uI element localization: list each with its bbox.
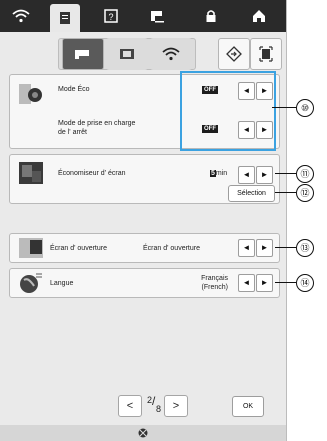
opening-screen-value: Écran d' ouverture: [143, 245, 200, 252]
highlight-box: [180, 71, 276, 151]
spool-icon: [138, 428, 148, 438]
opening-screen-icon: [19, 238, 43, 258]
language-value-1: Français: [201, 275, 228, 282]
language-left-arrow[interactable]: ◄: [238, 274, 255, 292]
diamond-settings-button[interactable]: [218, 38, 250, 70]
frame-settings-button[interactable]: [250, 38, 282, 70]
callout-line-13: [275, 247, 296, 248]
eco-mode-label: Mode Éco: [58, 86, 90, 93]
document-icon: [60, 12, 70, 24]
page-total: 8: [156, 404, 162, 414]
callout-line-11: [275, 173, 296, 174]
wifi-icon: [162, 47, 180, 61]
embroidery-frame-icon: [120, 49, 134, 59]
screensaver-icon: [19, 162, 43, 184]
callout-14: ⑭: [296, 274, 314, 292]
page-indicator: 2 / 8: [146, 394, 162, 416]
home-tab[interactable]: [244, 4, 274, 28]
wifi-tab[interactable]: [6, 4, 36, 28]
ok-button[interactable]: OK: [232, 396, 264, 417]
callout-line-14: [275, 282, 296, 283]
opening-screen-left-arrow[interactable]: ◄: [238, 239, 255, 257]
settings-tab[interactable]: [50, 4, 80, 32]
screensaver-right-arrow[interactable]: ►: [256, 166, 273, 184]
svg-text:?: ?: [108, 12, 113, 22]
language-panel: Langue Français (French) ◄ ►: [9, 268, 280, 298]
callout-13: ⑬: [296, 239, 314, 257]
shutoff-mode-label-1: Mode de prise en charge: [58, 120, 136, 127]
machine-settings-button[interactable]: [62, 38, 104, 70]
language-value-2: (French): [201, 284, 228, 291]
screensaver-value-unit: min: [215, 170, 228, 177]
network-settings-button[interactable]: [150, 38, 192, 70]
screensaver-value: 5min: [210, 170, 227, 178]
page-separator: /: [152, 394, 156, 408]
wifi-icon: [12, 9, 30, 23]
next-page-button[interactable]: >: [164, 395, 188, 417]
frame-icon: [259, 46, 273, 62]
callout-line-10: [272, 107, 296, 108]
screensaver-panel: Économiseur d' écran 5min ◄ ► Sélection: [9, 154, 280, 204]
screensaver-label: Économiseur d' écran: [58, 170, 126, 177]
embroidery-settings-button[interactable]: [106, 38, 148, 70]
machine-icon: [151, 11, 164, 23]
shutoff-mode-label-2: de l' arrêt: [58, 129, 87, 136]
screensaver-left-arrow[interactable]: ◄: [238, 166, 255, 184]
eco-mode-icon: [19, 84, 42, 104]
sewing-tab[interactable]: [142, 4, 172, 28]
settings-screen: ? Mode Éco OFF ◄ ► Mode de prise en char…: [0, 0, 287, 441]
opening-screen-panel: Écran d' ouverture Écran d' ouverture ◄ …: [9, 233, 280, 263]
bottom-bar: [0, 425, 286, 441]
home-icon: [253, 10, 265, 22]
language-label: Langue: [50, 280, 74, 287]
callout-line-12: [275, 192, 296, 193]
previous-page-button[interactable]: <: [118, 395, 142, 417]
callout-11: ⑪: [296, 165, 314, 183]
language-right-arrow[interactable]: ►: [256, 274, 273, 292]
help-tab[interactable]: ?: [96, 4, 126, 28]
diamond-icon: [226, 46, 242, 62]
callout-10: ⑩: [296, 99, 314, 117]
top-tab-bar: ?: [0, 0, 286, 32]
callout-12: ⑫: [296, 184, 314, 202]
opening-screen-label: Écran d' ouverture: [50, 245, 107, 252]
lock-tab[interactable]: [196, 4, 226, 28]
lock-icon: [206, 10, 216, 22]
help-icon: ?: [104, 9, 118, 23]
screensaver-select-button[interactable]: Sélection: [228, 185, 275, 202]
opening-screen-right-arrow[interactable]: ►: [256, 239, 273, 257]
globe-icon: [20, 273, 42, 293]
machine-icon: [75, 50, 89, 59]
